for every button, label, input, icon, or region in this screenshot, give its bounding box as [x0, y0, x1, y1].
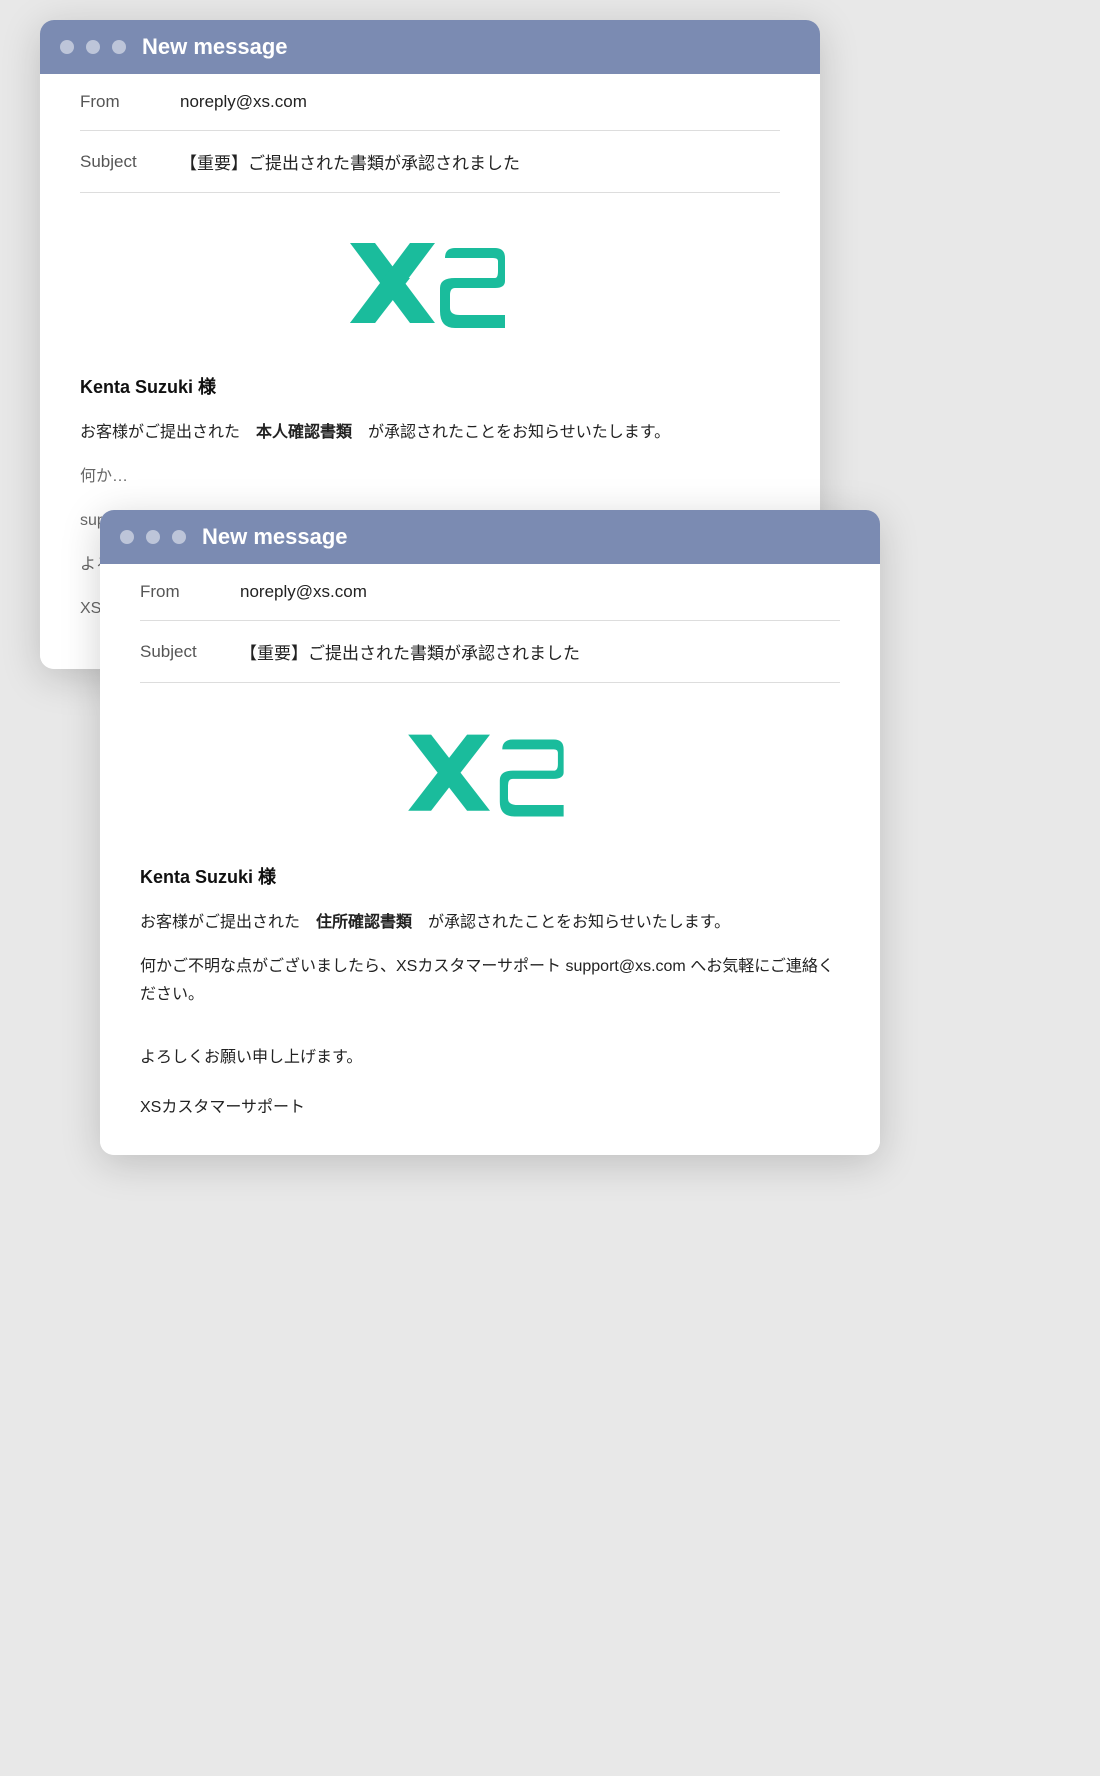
doc-type-1: 本人確認書類: [256, 424, 352, 441]
email-window-2: New message From noreply@xs.com Subject …: [100, 510, 880, 1155]
title-bar-2: New message: [100, 510, 880, 564]
dot-6: [172, 530, 186, 544]
email-header-2: From noreply@xs.com Subject 【重要】ご提出された書類…: [100, 564, 880, 683]
email-body-2: Kenta Suzuki 様 お客様がご提出された 住所確認書類 が承認されたこ…: [100, 683, 880, 1155]
from-label-1: From: [80, 92, 180, 112]
from-field-1: From noreply@xs.com: [80, 74, 780, 131]
dot-1: [60, 40, 74, 54]
email-header-1: From noreply@xs.com Subject 【重要】ご提出された書類…: [40, 74, 820, 193]
subject-label-1: Subject: [80, 152, 180, 172]
dot-2: [86, 40, 100, 54]
greeting-1: Kenta Suzuki 様: [80, 373, 780, 399]
sign-off-2: XSカスタマーサポート: [140, 1093, 840, 1117]
body-text-2: お客様がご提出された 住所確認書類 が承認されたことをお知らせいたします。: [140, 909, 840, 937]
dot-5: [146, 530, 160, 544]
subject-value-1: 【重要】ご提出された書類が承認されました: [180, 149, 520, 174]
support-text-2: 何かご不明な点がございましたら、XSカスタマーサポート support@xs.c…: [140, 953, 840, 1009]
from-value-1: noreply@xs.com: [180, 92, 307, 112]
xs-logo-svg-2: [400, 723, 580, 833]
window-title-2: New message: [202, 524, 348, 550]
doc-type-2: 住所確認書類: [316, 914, 412, 931]
xs-logo-2: [140, 723, 840, 833]
subject-field-2: Subject 【重要】ご提出された書類が承認されました: [140, 621, 840, 683]
subject-value-2: 【重要】ご提出された書類が承認されました: [240, 639, 580, 664]
from-label-2: From: [140, 582, 240, 602]
window-title-1: New message: [142, 34, 288, 60]
yoroshiku-2: よろしくお願い申し上げます。: [140, 1043, 840, 1067]
greeting-2: Kenta Suzuki 様: [140, 863, 840, 889]
body-text-1: お客様がご提出された 本人確認書類 が承認されたことをお知らせいたします。: [80, 419, 780, 447]
xs-logo-svg-1: [340, 233, 520, 343]
from-value-2: noreply@xs.com: [240, 582, 367, 602]
subject-field-1: Subject 【重要】ご提出された書類が承認されました: [80, 131, 780, 193]
from-field-2: From noreply@xs.com: [140, 564, 840, 621]
title-bar-1: New message: [40, 20, 820, 74]
body-truncated-1: 何か…: [80, 463, 780, 491]
dot-4: [120, 530, 134, 544]
dot-3: [112, 40, 126, 54]
subject-label-2: Subject: [140, 642, 240, 662]
xs-logo-1: [80, 233, 780, 343]
